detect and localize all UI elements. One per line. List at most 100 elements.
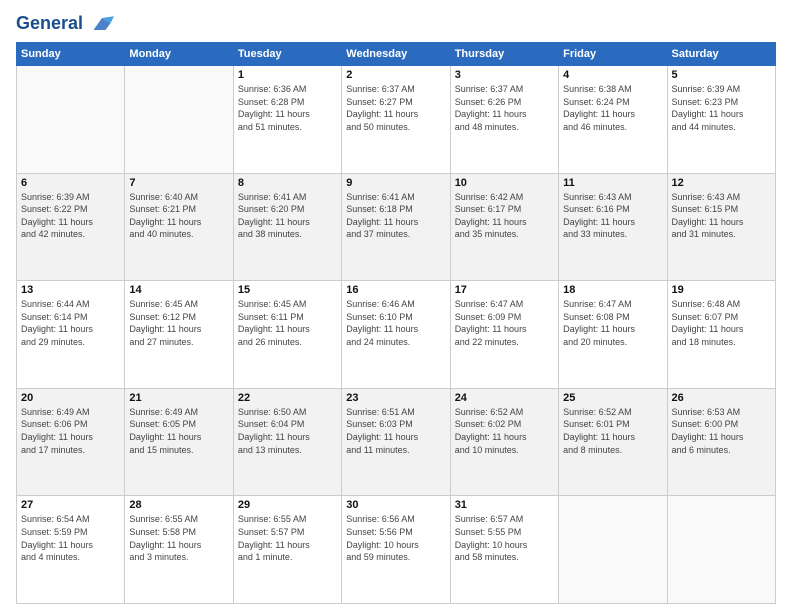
day-detail: Sunrise: 6:47 AM Sunset: 6:08 PM Dayligh… — [563, 298, 662, 348]
day-detail: Sunrise: 6:36 AM Sunset: 6:28 PM Dayligh… — [238, 83, 337, 133]
day-number: 13 — [21, 284, 120, 296]
day-number: 10 — [455, 177, 554, 189]
header-friday: Friday — [559, 43, 667, 66]
header-monday: Monday — [125, 43, 233, 66]
table-row: 24 Sunrise: 6:52 AM Sunset: 6:02 PM Dayli… — [450, 388, 558, 496]
day-number: 25 — [563, 392, 662, 404]
day-detail: Sunrise: 6:45 AM Sunset: 6:12 PM Dayligh… — [129, 298, 228, 348]
day-detail: Sunrise: 6:41 AM Sunset: 6:20 PM Dayligh… — [238, 191, 337, 241]
table-row: 14 Sunrise: 6:45 AM Sunset: 6:12 PM Dayli… — [125, 281, 233, 389]
table-row: 20Sunrise: 6:49 AM Sunset: 6:06 PM Dayli… — [17, 388, 125, 496]
day-detail: Sunrise: 6:39 AM Sunset: 6:22 PM Dayligh… — [21, 191, 120, 241]
table-row: 30 Sunrise: 6:56 AM Sunset: 5:56 PM Dayli… — [342, 496, 450, 604]
day-detail: Sunrise: 6:50 AM Sunset: 6:04 PM Dayligh… — [238, 406, 337, 456]
day-detail: Sunrise: 6:52 AM Sunset: 6:01 PM Dayligh… — [563, 406, 662, 456]
table-row: 11 Sunrise: 6:43 AM Sunset: 6:16 PM Dayli… — [559, 173, 667, 281]
day-number: 15 — [238, 284, 337, 296]
calendar-table: Sunday Monday Tuesday Wednesday Thursday… — [16, 42, 776, 604]
header-sunday: Sunday — [17, 43, 125, 66]
day-detail: Sunrise: 6:56 AM Sunset: 5:56 PM Dayligh… — [346, 513, 445, 563]
table-row: 21 Sunrise: 6:49 AM Sunset: 6:05 PM Dayli… — [125, 388, 233, 496]
week-row-4: 20Sunrise: 6:49 AM Sunset: 6:06 PM Dayli… — [17, 388, 776, 496]
table-row: 2 Sunrise: 6:37 AM Sunset: 6:27 PM Daylig… — [342, 66, 450, 174]
table-row: 9 Sunrise: 6:41 AM Sunset: 6:18 PM Daylig… — [342, 173, 450, 281]
table-row: 26Sunrise: 6:53 AM Sunset: 6:00 PM Dayli… — [667, 388, 775, 496]
day-number: 29 — [238, 499, 337, 511]
week-row-5: 27 Sunrise: 6:54 AM Sunset: 5:59 PM Dayli… — [17, 496, 776, 604]
day-detail: Sunrise: 6:53 AM Sunset: 6:00 PM Dayligh… — [672, 406, 771, 456]
day-detail: Sunrise: 6:51 AM Sunset: 6:03 PM Dayligh… — [346, 406, 445, 456]
day-number: 3 — [455, 69, 554, 81]
day-detail: Sunrise: 6:57 AM Sunset: 5:55 PM Dayligh… — [455, 513, 554, 563]
header-thursday: Thursday — [450, 43, 558, 66]
table-row: 13 Sunrise: 6:44 AM Sunset: 6:14 PM Dayli… — [17, 281, 125, 389]
week-row-1: 1 Sunrise: 6:36 AM Sunset: 6:28 PM Daylig… — [17, 66, 776, 174]
day-number: 8 — [238, 177, 337, 189]
table-row: 31 Sunrise: 6:57 AM Sunset: 5:55 PM Dayli… — [450, 496, 558, 604]
header: General — [16, 12, 776, 34]
table-row: 19 Sunrise: 6:48 AM Sunset: 6:07 PM Dayli… — [667, 281, 775, 389]
day-detail: Sunrise: 6:37 AM Sunset: 6:26 PM Dayligh… — [455, 83, 554, 133]
day-number: 18 — [563, 284, 662, 296]
day-detail: Sunrise: 6:41 AM Sunset: 6:18 PM Dayligh… — [346, 191, 445, 241]
day-number: 22 — [238, 392, 337, 404]
table-row: 1 Sunrise: 6:36 AM Sunset: 6:28 PM Daylig… — [233, 66, 341, 174]
table-row: 29 Sunrise: 6:55 AM Sunset: 5:57 PM Dayli… — [233, 496, 341, 604]
day-number: 4 — [563, 69, 662, 81]
table-row — [17, 66, 125, 174]
table-row: 22 Sunrise: 6:50 AM Sunset: 6:04 PM Dayli… — [233, 388, 341, 496]
day-number: 12 — [672, 177, 771, 189]
table-row: 17Sunrise: 6:47 AM Sunset: 6:09 PM Dayli… — [450, 281, 558, 389]
table-row: 3 Sunrise: 6:37 AM Sunset: 6:26 PM Daylig… — [450, 66, 558, 174]
day-number: 1 — [238, 69, 337, 81]
day-number: 31 — [455, 499, 554, 511]
table-row: 7 Sunrise: 6:40 AM Sunset: 6:21 PM Daylig… — [125, 173, 233, 281]
day-detail: Sunrise: 6:44 AM Sunset: 6:14 PM Dayligh… — [21, 298, 120, 348]
day-detail: Sunrise: 6:52 AM Sunset: 6:02 PM Dayligh… — [455, 406, 554, 456]
day-number: 27 — [21, 499, 120, 511]
day-number: 11 — [563, 177, 662, 189]
day-detail: Sunrise: 6:49 AM Sunset: 6:05 PM Dayligh… — [129, 406, 228, 456]
page: General Sunday Monday Tuesday — [0, 0, 792, 612]
day-number: 9 — [346, 177, 445, 189]
header-wednesday: Wednesday — [342, 43, 450, 66]
day-detail: Sunrise: 6:55 AM Sunset: 5:57 PM Dayligh… — [238, 513, 337, 563]
table-row: 23 Sunrise: 6:51 AM Sunset: 6:03 PM Dayli… — [342, 388, 450, 496]
day-detail: Sunrise: 6:37 AM Sunset: 6:27 PM Dayligh… — [346, 83, 445, 133]
day-detail: Sunrise: 6:42 AM Sunset: 6:17 PM Dayligh… — [455, 191, 554, 241]
day-number: 20 — [21, 392, 120, 404]
table-row — [559, 496, 667, 604]
week-row-3: 13 Sunrise: 6:44 AM Sunset: 6:14 PM Dayli… — [17, 281, 776, 389]
day-detail: Sunrise: 6:45 AM Sunset: 6:11 PM Dayligh… — [238, 298, 337, 348]
day-number: 23 — [346, 392, 445, 404]
logo-bird-icon — [90, 12, 114, 36]
day-detail: Sunrise: 6:54 AM Sunset: 5:59 PM Dayligh… — [21, 513, 120, 563]
table-row: 12Sunrise: 6:43 AM Sunset: 6:15 PM Dayli… — [667, 173, 775, 281]
day-number: 30 — [346, 499, 445, 511]
day-number: 21 — [129, 392, 228, 404]
day-number: 17 — [455, 284, 554, 296]
day-number: 7 — [129, 177, 228, 189]
day-detail: Sunrise: 6:43 AM Sunset: 6:16 PM Dayligh… — [563, 191, 662, 241]
table-row: 28Sunrise: 6:55 AM Sunset: 5:58 PM Dayli… — [125, 496, 233, 604]
day-detail: Sunrise: 6:40 AM Sunset: 6:21 PM Dayligh… — [129, 191, 228, 241]
header-saturday: Saturday — [667, 43, 775, 66]
day-number: 19 — [672, 284, 771, 296]
day-number: 14 — [129, 284, 228, 296]
table-row: 25 Sunrise: 6:52 AM Sunset: 6:01 PM Dayli… — [559, 388, 667, 496]
table-row: 4Sunrise: 6:38 AM Sunset: 6:24 PM Daylig… — [559, 66, 667, 174]
day-number: 24 — [455, 392, 554, 404]
logo-general: General — [16, 12, 114, 36]
day-number: 2 — [346, 69, 445, 81]
day-number: 6 — [21, 177, 120, 189]
logo: General — [16, 12, 114, 34]
day-detail: Sunrise: 6:55 AM Sunset: 5:58 PM Dayligh… — [129, 513, 228, 563]
table-row: 27 Sunrise: 6:54 AM Sunset: 5:59 PM Dayli… — [17, 496, 125, 604]
table-row: 16Sunrise: 6:46 AM Sunset: 6:10 PM Dayli… — [342, 281, 450, 389]
header-tuesday: Tuesday — [233, 43, 341, 66]
week-row-2: 6 Sunrise: 6:39 AM Sunset: 6:22 PM Daylig… — [17, 173, 776, 281]
day-detail: Sunrise: 6:48 AM Sunset: 6:07 PM Dayligh… — [672, 298, 771, 348]
table-row: 8 Sunrise: 6:41 AM Sunset: 6:20 PM Daylig… — [233, 173, 341, 281]
weekday-header-row: Sunday Monday Tuesday Wednesday Thursday… — [17, 43, 776, 66]
day-detail: Sunrise: 6:39 AM Sunset: 6:23 PM Dayligh… — [672, 83, 771, 133]
